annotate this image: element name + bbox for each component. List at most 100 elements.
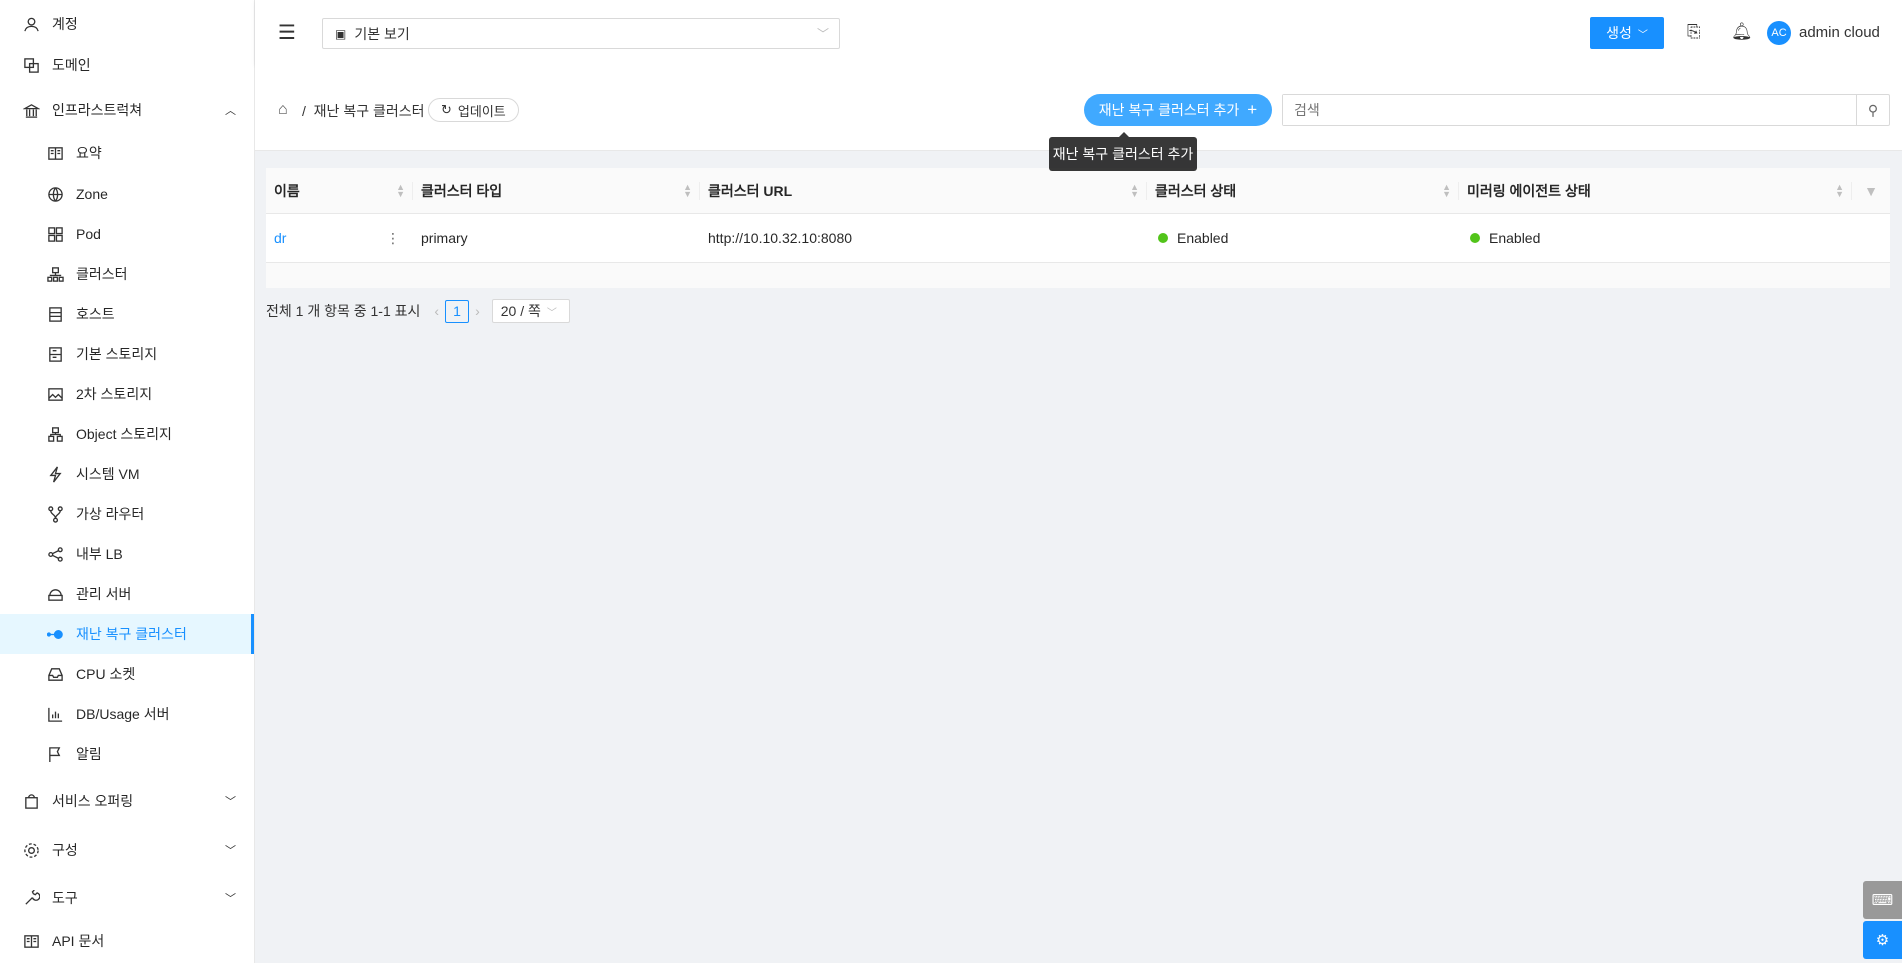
cluster-name-link[interactable]: dr [274,230,286,246]
search-icon[interactable]: ⚲ [1856,95,1889,125]
language-icon[interactable]: ⎘ [1687,22,1701,42]
sidebar-item-12[interactable]: 시스템 VM [0,454,254,494]
sidebar-item-label: Pod [76,226,101,242]
sidebar-item-5[interactable]: Zone [0,174,254,214]
sort-icon[interactable]: ▲ ▼ [1442,182,1451,198]
sidebar-item-label: DB/Usage 서버 [76,706,170,722]
column-status[interactable]: 클러스터 상태 ▲ ▼ [1147,168,1459,213]
add-dr-cluster-button[interactable]: 재난 복구 클러스터 추가 + [1084,94,1272,126]
tool-icon [22,889,40,907]
refresh-button[interactable]: ↻ 업데이트 [428,98,519,122]
sidebar-item-label: API 문서 [52,933,105,949]
column-url[interactable]: 클러스터 URL ▲ ▼ [700,168,1147,213]
sidebar-item-10[interactable]: 2차 스토리지 [0,374,254,414]
sidebar: 계정 도메인인프라스트럭쳐 ︿ 요약 Zone Pod 클러스터호스트기본 스토리지 2차 스… [0,0,255,963]
cluster-url: http://10.10.32.10:8080 [708,230,853,246]
sidebar-item-13[interactable]: 가상 라우터 [0,494,254,534]
sidebar-item-label: 알림 [76,746,102,762]
sidebar-item-label: 클러스터 [76,266,128,282]
sidebar-item-7[interactable]: 클러스터 [0,254,254,294]
keyboard-icon[interactable]: ⌨ [1863,881,1902,919]
sidebar-item-3[interactable]: 인프라스트럭쳐 ︿ [0,90,254,130]
column-name[interactable]: 이름 ▲ ▼ [266,168,413,213]
sort-icon[interactable]: ▲ ▼ [396,182,405,198]
share-icon [46,545,64,563]
grid-icon [46,225,64,243]
refresh-label: 업데이트 [457,103,506,119]
create-button[interactable]: 생성 ﹀ [1590,17,1664,49]
sidebar-item-11[interactable]: Object 스토리지 [0,414,254,454]
management-icon [46,585,64,603]
sidebar-item-17[interactable]: CPU 소켓 [0,654,254,694]
column-label: 클러스터 URL [708,182,793,199]
bank-icon [22,101,40,119]
sort-icon[interactable]: ▲ ▼ [683,182,692,198]
sidebar-item-6[interactable]: Pod [0,214,254,254]
settings-icon[interactable]: ⚙ [1863,921,1902,959]
domain-icon [22,56,40,74]
reload-icon: ↻ [441,102,452,117]
pagination-summary: 전체 1 개 항목 중 1-1 표시 [266,303,421,319]
home-icon[interactable]: ⌂ [278,101,288,119]
sidebar-item-20[interactable]: 서비스 오퍼링 ﹀ [0,781,254,821]
sidebar-item-16[interactable]: 재난 복구 클러스터 [0,614,254,654]
sidebar-item-2[interactable]: 도메인 [0,45,254,85]
user-icon [22,15,40,33]
add-label: 재난 복구 클러스터 추가 [1098,102,1240,118]
column-type[interactable]: 클러스터 타입 ▲ ▼ [413,168,700,213]
sidebar-item-21[interactable]: 구성 ﹀ [0,830,254,870]
sidebar-item-14[interactable]: 내부 LB [0,534,254,574]
breadcrumb-current: 재난 복구 클러스터 [313,103,425,119]
menu-fold-icon[interactable]: ☰ [278,20,296,45]
sidebar-item-label: CPU 소켓 [76,666,136,682]
sidebar-item-19[interactable]: 알림 [0,734,254,774]
sidebar-item-15[interactable]: 관리 서버 [0,574,254,614]
view-select[interactable]: ▣ 기본 보기 ﹀ [322,18,840,49]
sidebar-item-label: 도구 [52,890,78,906]
column-label: 이름 [274,182,300,199]
chevron-down-icon: ﹀ [816,27,829,41]
pagination: 전체 1 개 항목 중 1-1 표시 ‹ 1 › 20 / 쪽 ﹀ [266,299,570,323]
page-size-select[interactable]: 20 / 쪽 ﹀ [491,299,570,323]
cluster-type: primary [421,230,468,246]
shopping-icon [22,792,40,810]
sidebar-item-23[interactable]: API 문서 [0,921,254,961]
sort-icon[interactable]: ▲ ▼ [1835,182,1844,198]
sidebar-item-label: 시스템 VM [76,466,140,482]
table-row: dr ⋮ primary http://10.10.32.10:8080 Enab… [266,214,1890,263]
filter-icon[interactable]: ▼ [1852,168,1890,213]
sidebar-item-18[interactable]: DB/Usage 서버 [0,694,254,734]
column-label: 클러스터 상태 [1155,182,1237,199]
server-icon [46,305,64,323]
sidebar-item-label: 기본 스토리지 [76,346,158,362]
fork-icon [46,505,64,523]
sidebar-item-22[interactable]: 도구 ﹀ [0,878,254,918]
sidebar-item-label: 요약 [76,145,102,161]
table-header: 이름 ▲ ▼ 클러스터 타입 ▲ ▼ 클러스터 URL ▲ ▼ 클러스터 상태 ▲ ▼ 미러링 … [266,168,1890,214]
sidebar-item-label: Object 스토리지 [76,426,172,442]
layout-icon: ▣ [335,26,347,41]
breadcrumb: / 재난 복구 클러스터 [302,103,425,119]
sidebar-item-8[interactable]: 호스트 [0,294,254,334]
column-mirror-status[interactable]: 미러링 에이전트 상태 ▲ ▼ [1459,168,1852,213]
avatar[interactable]: AC [1767,21,1791,45]
sidebar-item-1[interactable]: 계정 [0,4,254,44]
sidebar-item-4[interactable]: 요약 [0,133,254,173]
cluster-status: Enabled [1177,230,1229,246]
prev-page-icon[interactable]: ‹ [434,303,439,319]
bell-icon[interactable]: 🔔︎ [1731,22,1753,42]
tooltip: 재난 복구 클러스터 추가 [1049,132,1197,171]
sort-icon[interactable]: ▲ ▼ [1130,182,1139,198]
sidebar-item-9[interactable]: 기본 스토리지 [0,334,254,374]
gear-icon [22,841,40,859]
search-input[interactable] [1283,95,1843,125]
sidebar-item-label: 2차 스토리지 [76,386,153,402]
search-box: ⚲ [1282,94,1890,126]
more-actions-icon[interactable]: ⋮ [386,230,400,247]
user-name[interactable]: admin cloud [1799,24,1880,41]
status-dot [1158,233,1168,243]
next-page-icon[interactable]: › [475,303,480,319]
page-1[interactable]: 1 [445,299,470,323]
table-footer [266,263,1890,288]
object-icon [46,425,64,443]
